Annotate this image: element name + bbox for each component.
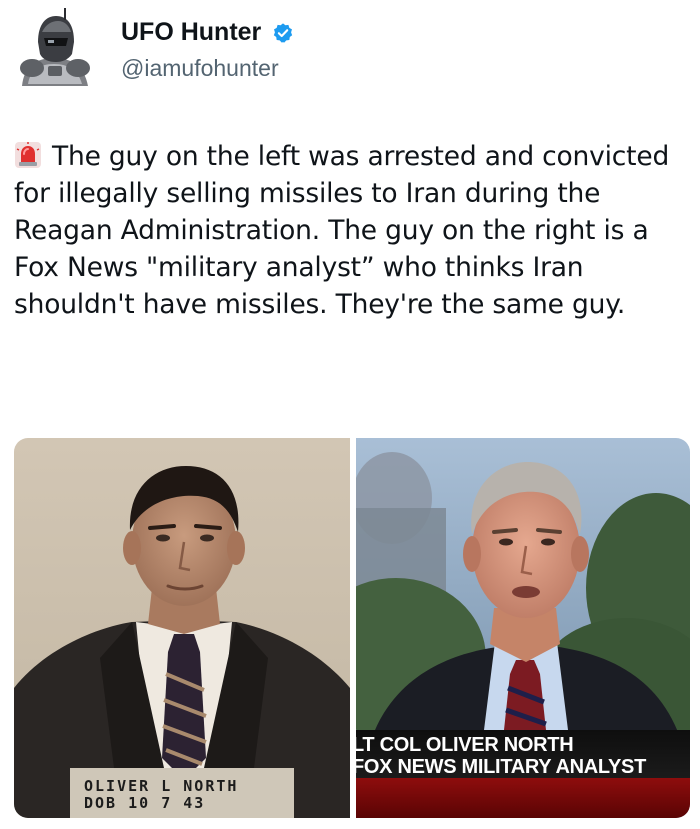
tweet-text: The guy on the left was arrested and con… (14, 138, 686, 323)
mugshot-image (14, 438, 350, 818)
mugshot-photo[interactable]: OLIVER L NORTH DOB 10 7 43 (14, 438, 350, 818)
chyron-title: FOX NEWS MILITARY ANALYST (356, 756, 646, 778)
mugshot-dob: DOB 10 7 43 (84, 794, 206, 812)
robot-soldier-avatar-icon (14, 6, 96, 88)
chyron-red-bar (356, 778, 690, 818)
author-display-name[interactable]: UFO Hunter (121, 18, 261, 47)
tv-interview-photo[interactable]: LT COL OLIVER NORTH FOX NEWS MILITARY AN… (356, 438, 690, 818)
author-handle[interactable]: @iamufohunter (121, 55, 294, 82)
verified-badge-icon (273, 22, 292, 43)
news-chyron: LT COL OLIVER NORTH FOX NEWS MILITARY AN… (356, 730, 690, 778)
tweet-body: The guy on the left was arrested and con… (14, 141, 670, 320)
author-info: UFO Hunter @iamufohunter (121, 18, 294, 82)
mugshot-caption: OLIVER L NORTH DOB 10 7 43 (84, 778, 238, 812)
police-light-icon (15, 142, 41, 168)
mugshot-name: OLIVER L NORTH (84, 777, 239, 795)
tweet-header: UFO Hunter @iamufohunter (14, 6, 686, 88)
chyron-name: LT COL OLIVER NORTH (356, 734, 574, 756)
avatar[interactable] (14, 6, 96, 88)
tweet-media[interactable]: OLIVER L NORTH DOB 10 7 43 LT COL OLIVER… (14, 438, 690, 818)
